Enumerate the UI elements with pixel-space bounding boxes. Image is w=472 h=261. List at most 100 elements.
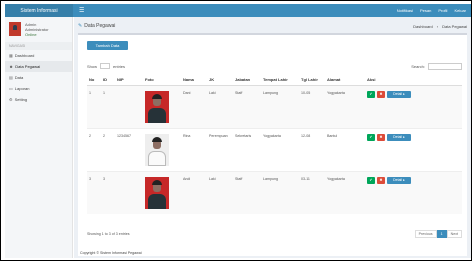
cell-id: 1	[101, 84, 115, 128]
edit-button[interactable]: ✔	[367, 176, 375, 184]
search-box: Search:	[411, 63, 462, 70]
column-header[interactable]: Nama	[181, 74, 207, 86]
sidebar-item-setting[interactable]: ⚙ Setting	[5, 94, 72, 105]
column-header[interactable]: Tgl Lahir	[299, 74, 325, 86]
cell-nip	[115, 170, 143, 214]
gear-icon: ⚙	[9, 97, 13, 102]
row-actions: ✔ ✖ Detail ▸	[367, 176, 460, 184]
cell-photo	[143, 84, 181, 128]
sidebar-item-label: Data	[14, 75, 24, 80]
cell-jk: Perempuan	[207, 127, 233, 171]
cell-tempat: Lampung	[261, 84, 299, 128]
cell-jk: Laki	[207, 84, 233, 128]
column-header[interactable]: Foto	[143, 74, 181, 86]
cell-no: 1	[87, 84, 101, 128]
detail-button[interactable]: Detail ▸	[387, 133, 411, 141]
menu-toggle-icon[interactable]: ☰	[79, 7, 84, 14]
brand-logo[interactable]: Sistem Informasi	[5, 4, 73, 17]
avatar	[9, 22, 21, 36]
column-header[interactable]: No	[87, 74, 101, 86]
page-button[interactable]: 1	[436, 230, 447, 238]
top-nav-item[interactable]: Notifikasi	[397, 8, 413, 13]
breadcrumb-item: Data Pegawai	[442, 23, 467, 29]
dashboard-icon: ▦	[9, 53, 13, 58]
detail-button[interactable]: Detail ▸	[387, 90, 411, 98]
pencil-icon: ✎	[78, 23, 83, 29]
entries-length: Show entries	[87, 63, 125, 69]
page-title: ✎ Data Pegawai	[78, 23, 115, 29]
cell-nip	[115, 84, 143, 128]
cell-photo	[143, 127, 181, 171]
top-nav-item[interactable]: Keluar	[454, 8, 466, 13]
delete-button[interactable]: ✖	[377, 176, 385, 184]
cell-alamat: Bantul	[325, 127, 365, 171]
top-navbar: Sistem Informasi ☰ Notifikasi Pesan Prof…	[5, 4, 471, 17]
cell-actions: ✔ ✖ Detail ▸	[365, 127, 462, 171]
sidebar-item-dashboard[interactable]: ▦ Dashboard	[5, 50, 72, 61]
table-header-row: No ID NIP Foto Nama JK Jabatan Tempat La…	[87, 74, 462, 86]
sidebar-section-header: NAVIGASI	[5, 42, 72, 50]
length-label: Show	[87, 63, 98, 69]
cell-nip: 1234567	[115, 127, 143, 171]
detail-button[interactable]: Detail ▸	[387, 176, 411, 184]
sidebar-item-label: Dashboard	[14, 53, 35, 58]
sidebar-item-label: Data Pegawai	[15, 64, 41, 69]
column-header[interactable]: NIP	[115, 74, 143, 86]
next-page-button[interactable]: Next	[446, 230, 462, 238]
breadcrumb-item[interactable]: Dashboard	[413, 24, 433, 29]
cell-nama: Andi	[181, 170, 207, 214]
top-nav-menu: Notifikasi Pesan Profil Keluar	[397, 8, 471, 13]
sidebar-item-data[interactable]: ▤ Data	[5, 72, 72, 83]
column-header[interactable]: JK	[207, 74, 233, 86]
cell-jabatan: Staff	[233, 170, 261, 214]
photo-body	[148, 150, 166, 166]
column-header[interactable]: Alamat	[325, 74, 365, 86]
file-icon: ▭	[9, 86, 13, 91]
app-frame: Sistem Informasi ☰ Notifikasi Pesan Prof…	[0, 0, 472, 261]
cell-tgl: 12-08	[299, 127, 325, 171]
length-select[interactable]	[100, 63, 111, 69]
page-title-text: Data Pegawai	[84, 23, 116, 29]
sidebar-item-data-pegawai[interactable]: ☻ Data Pegawai	[5, 61, 72, 72]
photo-hair	[152, 136, 162, 142]
column-header[interactable]: ID	[101, 74, 115, 86]
cell-tgl: 03-11	[299, 170, 325, 214]
column-header[interactable]: Jabatan	[233, 74, 261, 86]
folder-icon: ▤	[9, 75, 13, 80]
previous-page-button[interactable]: Previous	[414, 230, 437, 238]
column-header: Aksi	[365, 74, 462, 86]
cell-id: 2	[101, 127, 115, 171]
search-label: Search:	[411, 64, 425, 69]
cell-actions: ✔ ✖ Detail ▸	[365, 170, 462, 214]
add-data-button[interactable]: Tambah Data	[87, 41, 128, 50]
employee-photo	[145, 133, 169, 166]
photo-body	[148, 107, 166, 123]
cell-no: 2	[87, 127, 101, 171]
column-header[interactable]: Tempat Lahir	[261, 74, 299, 86]
edit-button[interactable]: ✔	[367, 133, 375, 141]
top-nav-item[interactable]: Profil	[438, 8, 447, 13]
cell-actions: ✔ ✖ Detail ▸	[365, 84, 462, 128]
length-suffix: entries	[113, 63, 126, 69]
edit-button[interactable]: ✔	[367, 90, 375, 98]
delete-button[interactable]: ✖	[377, 133, 385, 141]
cell-jk: Laki	[207, 170, 233, 214]
breadcrumb-separator: ›	[436, 23, 439, 29]
data-box: Tambah Data Show entries Search: No ID N…	[78, 33, 467, 256]
search-input[interactable]	[428, 63, 462, 70]
cell-tgl: 10-05	[299, 84, 325, 128]
cell-nama: Rina	[181, 127, 207, 171]
delete-button[interactable]: ✖	[377, 90, 385, 98]
cell-jabatan: Sekretaris	[233, 127, 261, 171]
photo-hair	[152, 93, 162, 99]
pagination: Previous 1 Next	[414, 230, 462, 238]
table-row: 1 1 Dani Laki Staff Lampung 10-05 Yogyak…	[87, 84, 462, 128]
cell-alamat: Yogyakarta	[325, 84, 365, 128]
cell-photo	[143, 170, 181, 214]
sidebar-item-laporan[interactable]: ▭ Laporan	[5, 83, 72, 94]
cell-nama: Dani	[181, 84, 207, 128]
top-nav-item[interactable]: Pesan	[420, 8, 431, 13]
cell-no: 3	[87, 170, 101, 214]
table-row: 3 3 Andi Laki Staff Lampung 03-11 Yogyak…	[87, 170, 462, 214]
cell-jabatan: Staff	[233, 84, 261, 128]
